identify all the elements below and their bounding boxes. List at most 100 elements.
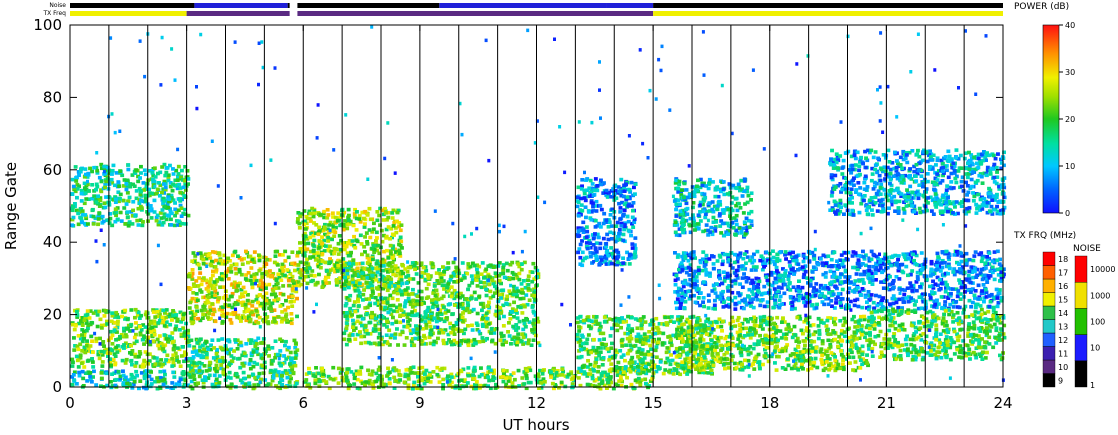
echo-cell	[287, 380, 292, 384]
echo-cell	[139, 198, 143, 203]
echo-cell	[336, 211, 341, 215]
echo-cell	[286, 255, 291, 260]
echo-cell	[535, 268, 540, 273]
echo-cell	[456, 279, 461, 283]
echo-cell	[657, 366, 662, 370]
echo-cell	[307, 366, 311, 371]
echo-cell	[198, 353, 203, 358]
echo-cell	[378, 277, 383, 282]
echo-cell	[171, 167, 175, 171]
echo-cell	[79, 361, 84, 365]
echo-cell	[449, 285, 454, 289]
echo-cell	[228, 317, 233, 322]
echo-cell	[581, 341, 585, 346]
echo-cell	[622, 227, 627, 232]
echo-cell	[647, 352, 652, 357]
echo-cell	[305, 281, 310, 286]
echo-cell	[580, 178, 585, 182]
echo-cell	[242, 315, 247, 320]
echo-cell	[412, 263, 417, 267]
echo-cell	[799, 328, 804, 333]
echo-cell	[131, 200, 136, 204]
echo-cell	[353, 246, 358, 250]
echo-cell	[268, 269, 272, 273]
echo-cell	[470, 323, 474, 328]
echo-cell	[617, 228, 622, 232]
echo-cell	[362, 288, 366, 292]
echo-cell	[384, 211, 388, 215]
echo-cell	[197, 369, 202, 373]
echo-cell	[395, 210, 400, 215]
echo-cell	[484, 287, 488, 292]
echo-cell	[622, 189, 627, 193]
echo-cell	[76, 347, 81, 352]
echo-cell	[125, 191, 130, 195]
echo-cell	[471, 373, 476, 377]
echo-cell	[387, 328, 392, 333]
echo-cell	[91, 365, 96, 369]
echo-cell	[625, 375, 629, 380]
echo-cell	[219, 277, 224, 281]
echo-cell	[413, 371, 418, 375]
echo-cell	[399, 278, 404, 282]
echo-cell	[200, 343, 205, 348]
echo-cell	[401, 271, 405, 276]
echo-cell	[94, 336, 99, 341]
echo-cell	[626, 327, 630, 331]
echo-cell	[614, 248, 619, 253]
echo-cell	[278, 304, 283, 308]
echo-cell	[233, 267, 238, 271]
echo-cell	[115, 217, 120, 222]
echo-cell	[283, 259, 288, 263]
echo-cell	[584, 225, 589, 229]
echo-cell	[383, 296, 388, 301]
echo-cell	[138, 176, 142, 180]
echo-cell	[116, 315, 121, 320]
echo-cell	[165, 353, 170, 358]
echo-cell	[303, 274, 308, 279]
echo-cell	[289, 312, 294, 316]
echo-cell	[249, 338, 254, 343]
echo-cell	[99, 349, 104, 354]
echo-cell	[160, 378, 165, 383]
echo-cell	[76, 365, 81, 369]
echo-cell	[199, 308, 204, 313]
echo-cell	[618, 210, 623, 214]
echo-cell	[221, 370, 226, 375]
echo-cell	[101, 219, 106, 224]
echo-cell	[587, 318, 592, 323]
echo-cell	[120, 358, 125, 363]
echo-cell	[336, 381, 341, 385]
echo-cell	[487, 282, 492, 287]
echo-cell	[246, 271, 251, 275]
echo-cell	[89, 380, 94, 384]
echo-cell	[438, 271, 443, 276]
echo-cell	[635, 339, 639, 343]
echo-cell	[386, 262, 391, 267]
echo-cell	[588, 241, 593, 245]
echo-cell	[326, 235, 331, 240]
echo-cell	[79, 319, 83, 323]
echo-cell	[683, 343, 688, 348]
echo-cell	[312, 238, 317, 243]
echo-cell	[98, 198, 103, 203]
echo-cell	[83, 167, 88, 171]
echo-cell	[519, 339, 524, 344]
echo-cell	[218, 258, 223, 263]
echo-cell	[447, 383, 452, 387]
echo-cell	[304, 261, 309, 265]
echo-cell	[273, 292, 278, 296]
echo-cell	[191, 291, 196, 295]
echo-cell	[187, 274, 192, 278]
echo-cell	[363, 383, 367, 387]
echo-cell	[142, 385, 146, 390]
echo-cell	[473, 383, 477, 387]
echo-cell	[632, 255, 637, 260]
echo-cell	[434, 271, 439, 275]
echo-cell	[343, 314, 348, 319]
echo-cell	[598, 225, 603, 229]
echo-cell	[576, 200, 581, 204]
echo-cell	[435, 304, 440, 308]
echo-cell	[195, 298, 200, 303]
echo-cell	[273, 250, 278, 254]
